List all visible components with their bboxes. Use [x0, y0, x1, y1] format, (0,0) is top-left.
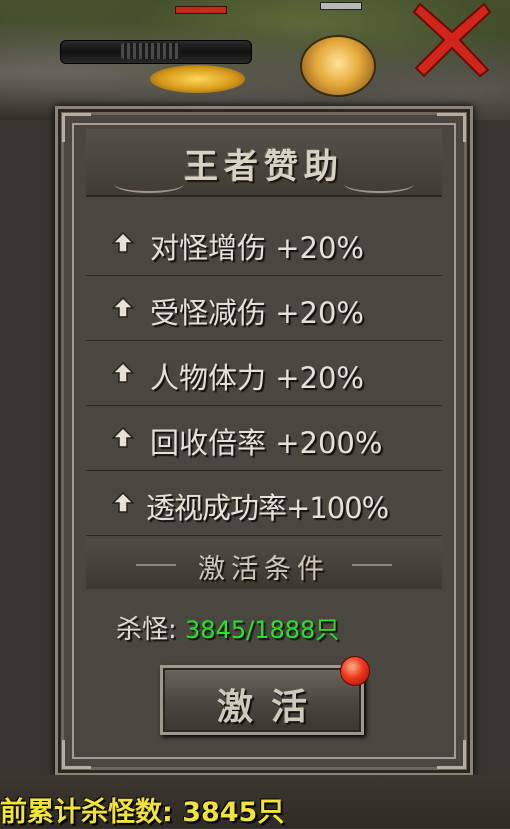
bonus-list: 对怪增伤 +20% 受怪减伤 +20% 人物体力 +20% 回收倍率 +200%… [86, 211, 442, 536]
activate-label: 激活 [216, 686, 325, 728]
bonus-text: 透视成功率+100% [146, 491, 389, 525]
close-button[interactable] [412, 0, 492, 78]
bonus-row: 对怪增伤 +20% [86, 211, 442, 276]
kill-label: 杀怪: [116, 615, 177, 645]
sponsor-panel: 王者赞助 对怪增伤 +20% 受怪减伤 +20% 人物体力 +20% 回收倍率 … [55, 106, 473, 776]
bonus-row: 回收倍率 +200% [86, 406, 442, 471]
notification-dot-icon [340, 656, 370, 686]
condition-title: 激活条件 [198, 554, 330, 585]
up-arrow-icon [112, 297, 134, 318]
health-bar [175, 6, 227, 14]
corner-ornament [62, 740, 91, 769]
up-arrow-icon [112, 427, 134, 448]
panel-title: 王者赞助 [184, 147, 344, 187]
up-arrow-icon [112, 232, 134, 253]
total-kills-text: 前累计杀怪数: 3845只 [0, 797, 285, 828]
activate-button[interactable]: 激活 [160, 665, 364, 735]
kill-progress: 杀怪: 3845/1888只 [116, 609, 339, 646]
bonus-row: 透视成功率+100% [86, 471, 442, 536]
condition-header: 激活条件 [86, 539, 442, 589]
bonus-text: 人物体力 +20% [150, 361, 364, 395]
up-arrow-icon [112, 362, 134, 383]
close-icon [412, 2, 492, 78]
coin-bag-icon [300, 35, 376, 97]
bonus-text: 受怪减伤 +20% [150, 296, 364, 330]
bonus-row: 人物体力 +20% [86, 341, 442, 406]
game-scene-background [0, 0, 510, 120]
title-plate: 王者赞助 [86, 129, 442, 197]
up-arrow-icon [112, 492, 134, 513]
bonus-text: 回收倍率 +200% [150, 426, 383, 460]
kill-value: 3845/1888只 [185, 616, 340, 644]
scroll-rod-decoration [60, 40, 252, 64]
name-bar [320, 2, 362, 10]
bonus-row: 受怪减伤 +20% [86, 276, 442, 341]
corner-ornament [437, 740, 466, 769]
bonus-text: 对怪增伤 +20% [150, 231, 364, 265]
gold-pile-icon [150, 65, 245, 93]
